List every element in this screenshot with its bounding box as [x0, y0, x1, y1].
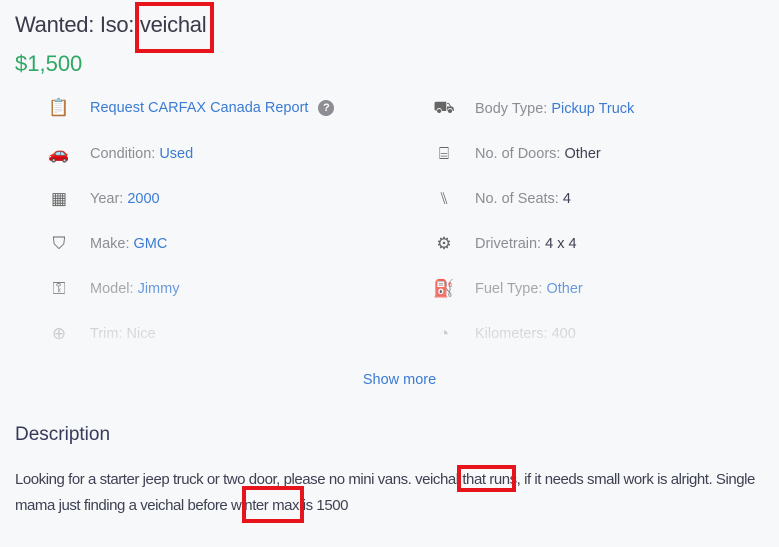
body-type-value[interactable]: Pickup Truck	[551, 101, 634, 117]
shield-badge-icon: ⛉	[52, 234, 66, 253]
condition-value[interactable]: Used	[159, 146, 193, 162]
attr-seats: ⑊ No. of Seats: 4	[439, 187, 571, 211]
drivetrain-value: 4 x 4	[545, 236, 577, 252]
trim-value: Nice	[126, 326, 156, 342]
attr-body-type: ⛟ Body Type: Pickup Truck	[433, 97, 634, 121]
car-door-icon: ⌸	[438, 144, 450, 163]
highlight-box-description-2	[242, 486, 304, 523]
model-value[interactable]: Jimmy	[138, 281, 180, 297]
wheel-icon: ⚙	[436, 234, 452, 253]
carfax-row: 📋 Request CARFAX Canada Report ?	[48, 96, 335, 120]
attr-fuel: ⛽ Fuel Type: Other	[433, 279, 583, 298]
attr-doors: ⌸ No. of Doors: Other	[439, 142, 601, 166]
calendar-icon: ▦	[50, 189, 68, 208]
doors-value: Other	[564, 146, 601, 162]
kilometers-value: 400	[551, 326, 576, 342]
carfax-link[interactable]: Request CARFAX Canada Report	[90, 100, 308, 116]
description-heading: Description	[15, 424, 111, 445]
car-seat-icon: ⑊	[438, 189, 450, 208]
clipboard-check-icon: 📋	[48, 98, 70, 117]
year-value[interactable]: 2000	[127, 191, 159, 207]
show-more-button[interactable]: Show more	[0, 372, 779, 388]
attr-trim: ⊕ Trim: Nice	[52, 322, 156, 346]
pickup-truck-icon: ⛟	[433, 98, 455, 117]
attr-make: ⛉ Make: GMC	[53, 232, 168, 256]
car-condition-icon: 🚗	[48, 144, 70, 163]
seats-value: 4	[562, 191, 571, 207]
description-text: Looking for a starter jeep truck or two …	[15, 471, 755, 514]
listing-price: $1,500	[15, 51, 83, 76]
help-icon[interactable]: ?	[318, 100, 335, 116]
car-key-icon: ⚿	[52, 279, 66, 298]
highlight-box-description-1	[457, 465, 516, 492]
attr-model: ⚿ Model: Jimmy	[53, 277, 180, 301]
attr-year: ▦ Year: 2000	[51, 187, 160, 211]
fuel-pump-icon: ⛽	[433, 279, 455, 298]
attr-kilometers: ◔ Kilometers: 400	[439, 322, 576, 346]
make-value[interactable]: GMC	[134, 236, 168, 252]
highlight-box-title	[135, 2, 214, 53]
fuel-value[interactable]: Other	[546, 281, 582, 297]
attr-condition: 🚗 Condition: Used	[48, 144, 194, 163]
speedometer-icon: ◔	[438, 324, 450, 343]
plus-circle-icon: ⊕	[51, 324, 67, 343]
attr-drivetrain: ⚙ Drivetrain: 4 x 4	[436, 232, 577, 256]
